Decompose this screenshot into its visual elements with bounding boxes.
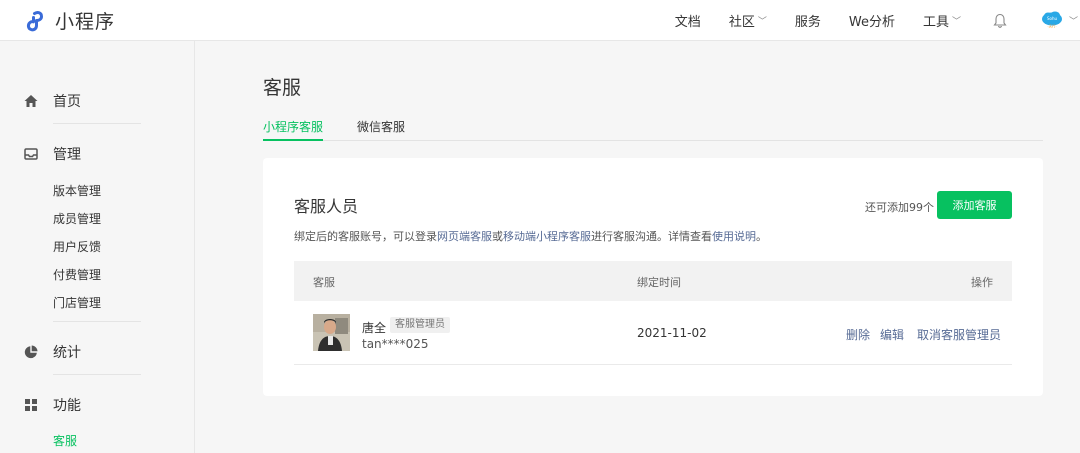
table-row: 唐全 客服管理员 tan****025 2021-11-02 删除 编辑 取消客… — [294, 301, 1012, 365]
chevron-down-icon[interactable]: ﹀ — [1069, 14, 1078, 27]
staff-name: 唐全 — [362, 321, 387, 335]
desc-text: 进行客服沟通。详情查看 — [591, 230, 712, 243]
edit-button[interactable]: 编辑 — [880, 326, 904, 343]
page-title: 客服 — [263, 77, 302, 99]
delete-button[interactable]: 删除 — [846, 326, 870, 343]
card-description: 绑定后的客服账号，可以登录网页端客服或移动端小程序客服进行客服沟通。详情查看使用… — [294, 228, 767, 244]
nav-we-analytics-label: We分析 — [848, 14, 895, 30]
sidebar-subitem-stores[interactable]: 门店管理 — [53, 294, 101, 311]
sidebar-item-manage[interactable]: 管理 — [24, 144, 81, 164]
sidebar-item-features[interactable]: 功能 — [24, 395, 81, 415]
sidebar-item-home[interactable]: 首页 — [24, 91, 81, 111]
app-name: 小程序 — [55, 11, 116, 33]
sidebar-item-stats[interactable]: 统计 — [24, 342, 81, 362]
stats-icon — [24, 345, 38, 359]
desc-text: 。 — [756, 230, 767, 243]
chevron-down-icon: ﹀ — [951, 16, 961, 27]
nav-docs-label: 文档 — [674, 14, 701, 30]
nav-tools[interactable]: 工具 ﹀ — [923, 11, 961, 30]
divider — [53, 321, 141, 322]
staff-account: tan****025 — [362, 337, 429, 351]
tab-wechat-service[interactable]: 微信客服 — [357, 118, 405, 141]
sidebar-subitem-customer-service[interactable]: 客服 — [53, 432, 77, 449]
logo[interactable]: 小程序 — [24, 7, 115, 34]
top-nav: 文档 社区 ﹀ 服务 We分析 工具 ﹀ Sohu ·天行· ﹀ — [675, 0, 1080, 40]
sidebar: 首页 管理 版本管理 成员管理 用户反馈 付费管理 门店管理 统计 功能 客服 — [0, 41, 195, 453]
divider — [53, 374, 141, 375]
sidebar-subitem-members[interactable]: 成员管理 — [53, 210, 101, 227]
manage-icon — [24, 148, 38, 160]
staff-avatar — [313, 314, 350, 351]
column-header-actions: 操作 — [971, 276, 993, 289]
table-header: 客服 绑定时间 操作 — [294, 261, 1012, 301]
nav-community[interactable]: 社区 ﹀ — [729, 11, 767, 30]
bell-icon[interactable] — [993, 13, 1007, 28]
add-service-button[interactable]: 添加客服 — [937, 191, 1012, 219]
desc-text: 或 — [492, 230, 503, 243]
user-avatar[interactable]: Sohu ·天行· — [1041, 11, 1063, 29]
sidebar-item-label: 统计 — [53, 345, 81, 361]
desc-text: 绑定后的客服账号，可以登录 — [294, 230, 437, 243]
sidebar-subitem-version[interactable]: 版本管理 — [53, 182, 101, 199]
column-header-service: 客服 — [313, 276, 335, 289]
nav-services[interactable]: 服务 — [795, 11, 821, 30]
nav-services-label: 服务 — [794, 14, 821, 30]
instructions-link[interactable]: 使用说明 — [712, 230, 756, 243]
nav-tools-label: 工具 — [922, 14, 949, 30]
web-service-link[interactable]: 网页端客服 — [437, 230, 492, 243]
mobile-service-link[interactable]: 移动端小程序客服 — [503, 230, 591, 243]
nav-docs[interactable]: 文档 — [675, 11, 701, 30]
sidebar-subitem-payment[interactable]: 付费管理 — [53, 266, 101, 283]
revoke-admin-button[interactable]: 取消客服管理员 — [917, 326, 1001, 343]
role-badge: 客服管理员 — [390, 317, 450, 333]
home-icon — [24, 95, 38, 107]
column-header-bind-time: 绑定时间 — [637, 276, 681, 289]
remaining-count: 还可添加99个 — [865, 201, 934, 214]
sidebar-item-label: 功能 — [53, 398, 81, 414]
service-staff-card: 客服人员 绑定后的客服账号，可以登录网页端客服或移动端小程序客服进行客服沟通。详… — [263, 158, 1043, 396]
tab-miniprogram-service[interactable]: 小程序客服 — [263, 118, 324, 141]
logo-icon — [26, 10, 43, 31]
features-icon — [25, 399, 37, 411]
chevron-down-icon: ﹀ — [757, 16, 767, 27]
divider — [53, 123, 141, 124]
avatar-tag: Sohu — [1047, 16, 1058, 21]
nav-community-label: 社区 — [728, 14, 755, 30]
bind-date: 2021-11-02 — [637, 326, 707, 340]
top-bar: 小程序 文档 社区 ﹀ 服务 We分析 工具 ﹀ Sohu ·天行· ﹀ — [0, 0, 1080, 41]
avatar-subtitle: ·天行· — [1047, 24, 1056, 29]
sidebar-item-label: 管理 — [53, 147, 81, 163]
sidebar-item-label: 首页 — [53, 94, 81, 110]
sidebar-subitem-feedback[interactable]: 用户反馈 — [53, 238, 101, 255]
tab-bar: 小程序客服 微信客服 — [263, 118, 1043, 141]
card-title: 客服人员 — [294, 197, 359, 216]
nav-we-analytics[interactable]: We分析 — [849, 11, 895, 30]
